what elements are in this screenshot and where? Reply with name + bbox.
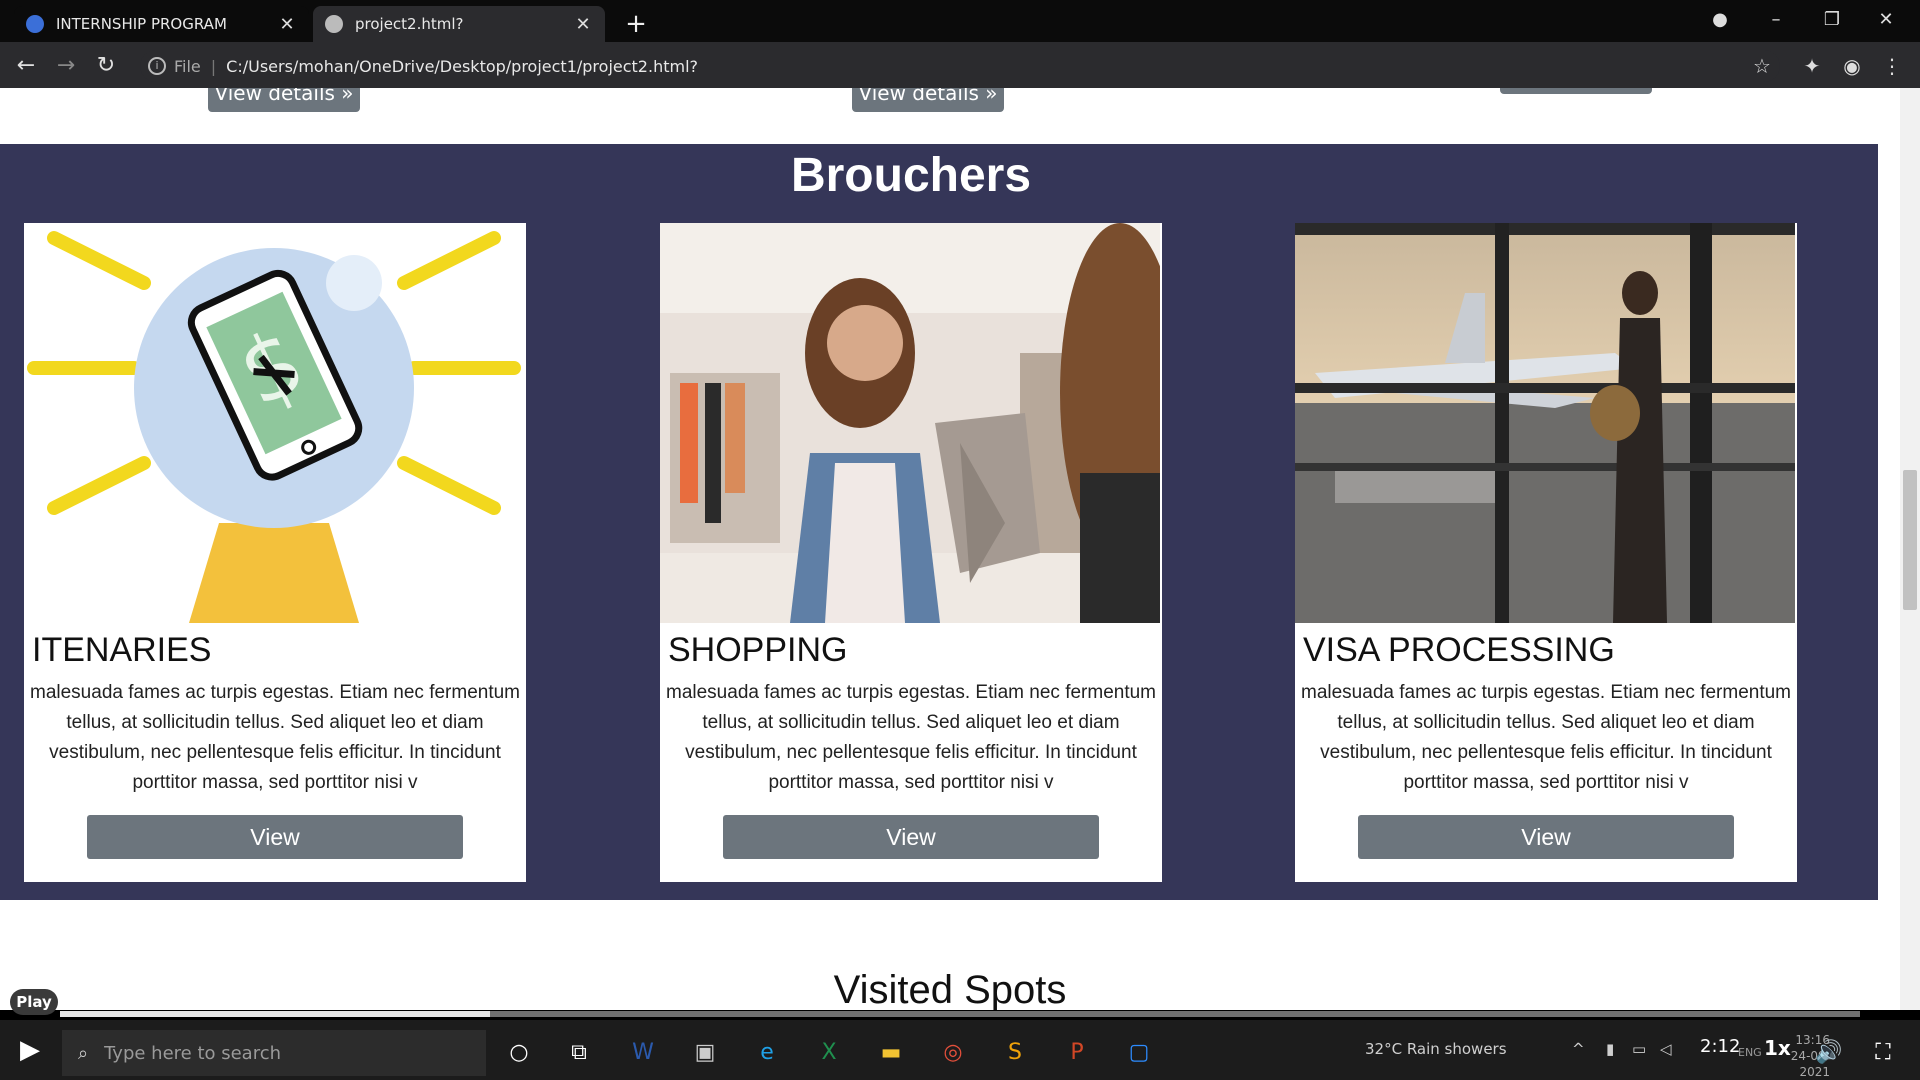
page-viewport: View details » View details » Brouchers xyxy=(0,88,1900,1010)
section-title: Brouchers xyxy=(790,149,1032,202)
zoom-icon[interactable]: ▢ xyxy=(1116,1030,1162,1076)
tab-project2[interactable]: project2.html? ✕ xyxy=(313,6,605,42)
card-title: SHOPPING xyxy=(668,631,848,669)
store-icon[interactable]: ▣ xyxy=(682,1030,728,1076)
view-button[interactable]: View xyxy=(87,815,463,859)
task-view-icon[interactable]: ⧉ xyxy=(556,1030,602,1076)
powerpoint-icon[interactable]: P xyxy=(1054,1030,1100,1076)
close-tab-icon[interactable]: ✕ xyxy=(277,14,297,35)
card-image xyxy=(1295,223,1795,623)
forward-button[interactable]: → xyxy=(50,50,82,82)
reload-button[interactable]: ↻ xyxy=(90,50,122,82)
playback-speed[interactable]: 1x xyxy=(1764,1036,1791,1060)
site-favicon-icon xyxy=(26,15,44,33)
globe-icon xyxy=(325,15,343,33)
sublime-icon[interactable]: S xyxy=(992,1030,1038,1076)
visited-spots-heading: Visited Spots xyxy=(833,968,1067,1010)
video-seek-progress xyxy=(60,1011,490,1017)
network-icon[interactable]: ▭ xyxy=(1632,1040,1646,1058)
card-itenaries: $ ITENARIES malesuada fames ac turpis eg… xyxy=(24,223,526,882)
edge-icon[interactable]: e xyxy=(744,1030,790,1076)
word-icon[interactable]: W xyxy=(620,1030,666,1076)
new-tab-button[interactable]: + xyxy=(620,8,652,40)
volume-icon[interactable]: 🔊 xyxy=(1806,1030,1852,1076)
view-details-button[interactable]: View details » xyxy=(852,88,1004,112)
card-title: VISA PROCESSING xyxy=(1303,631,1615,669)
view-details-button[interactable]: View details » xyxy=(208,88,360,112)
tab-title: project2.html? xyxy=(355,15,464,33)
crystal-ball-phone-illustration: $ xyxy=(24,223,524,623)
video-time: 2:12 xyxy=(1700,1036,1741,1057)
airport-photo xyxy=(1295,223,1795,623)
info-icon[interactable]: i xyxy=(148,57,166,75)
close-window-button[interactable]: ✕ xyxy=(1866,4,1906,36)
chrome-icon[interactable]: ◎ xyxy=(930,1030,976,1076)
fullscreen-icon[interactable]: ⛶ xyxy=(1860,1030,1906,1076)
address-bar[interactable]: i File | C:/Users/mohan/OneDrive/Desktop… xyxy=(140,50,1780,82)
minimize-button[interactable]: – xyxy=(1756,4,1796,36)
view-details-button-partial[interactable] xyxy=(1500,88,1652,94)
extensions-icon[interactable]: ✦ xyxy=(1796,50,1828,82)
cortana-icon[interactable]: ○ xyxy=(496,1030,542,1076)
card-text: malesuada fames ac turpis egestas. Etiam… xyxy=(666,682,1157,793)
shopping-photo xyxy=(660,223,1160,623)
scrollbar-thumb[interactable] xyxy=(1903,470,1917,610)
weather-label[interactable]: 32°C Rain showers xyxy=(1365,1040,1507,1058)
card-text: malesuada fames ac turpis egestas. Etiam… xyxy=(30,682,521,793)
card-visa-processing: VISA PROCESSING malesuada fames ac turpi… xyxy=(1295,223,1797,882)
view-button[interactable]: View xyxy=(1358,815,1734,859)
card-shopping: SHOPPING malesuada fames ac turpis egest… xyxy=(660,223,1162,882)
volume-tray-icon[interactable]: ◁ xyxy=(1660,1040,1672,1058)
card-text: malesuada fames ac turpis egestas. Etiam… xyxy=(1301,682,1792,793)
view-button[interactable]: View xyxy=(723,815,1099,859)
address-scheme: File xyxy=(174,56,201,76)
back-button[interactable]: ← xyxy=(10,50,42,82)
card-image xyxy=(660,223,1160,623)
address-separator: | xyxy=(210,56,217,76)
address-url: C:/Users/mohan/OneDrive/Desktop/project1… xyxy=(226,56,699,76)
search-placeholder: Type here to search xyxy=(104,1042,282,1064)
excel-icon[interactable]: X xyxy=(806,1030,852,1076)
play-icon[interactable]: ▶ xyxy=(10,1035,50,1065)
avatar[interactable]: ◉ xyxy=(1836,50,1868,82)
play-tooltip: Play xyxy=(10,989,58,1015)
card-image: $ xyxy=(24,223,524,623)
taskbar-search[interactable]: ⌕ Type here to search xyxy=(62,1030,486,1076)
file-explorer-icon[interactable]: ▬ xyxy=(868,1030,914,1076)
menu-icon[interactable]: ⋮ xyxy=(1876,50,1908,82)
mic-icon: ▮ xyxy=(1606,1040,1615,1058)
card-title: ITENARIES xyxy=(32,631,212,669)
restore-button[interactable]: ❐ xyxy=(1812,4,1852,36)
profile-icon[interactable]: ● xyxy=(1700,4,1740,36)
close-tab-icon[interactable]: ✕ xyxy=(573,14,593,35)
tab-internship[interactable]: INTERNSHIP PROGRAM ✕ xyxy=(14,6,309,42)
language-indicator[interactable]: ENG xyxy=(1738,1046,1762,1059)
tab-title: INTERNSHIP PROGRAM xyxy=(56,15,227,33)
search-icon: ⌕ xyxy=(78,1042,89,1064)
bookmark-star-icon[interactable]: ☆ xyxy=(1746,50,1778,82)
chevron-up-icon[interactable]: ^ xyxy=(1572,1040,1585,1058)
